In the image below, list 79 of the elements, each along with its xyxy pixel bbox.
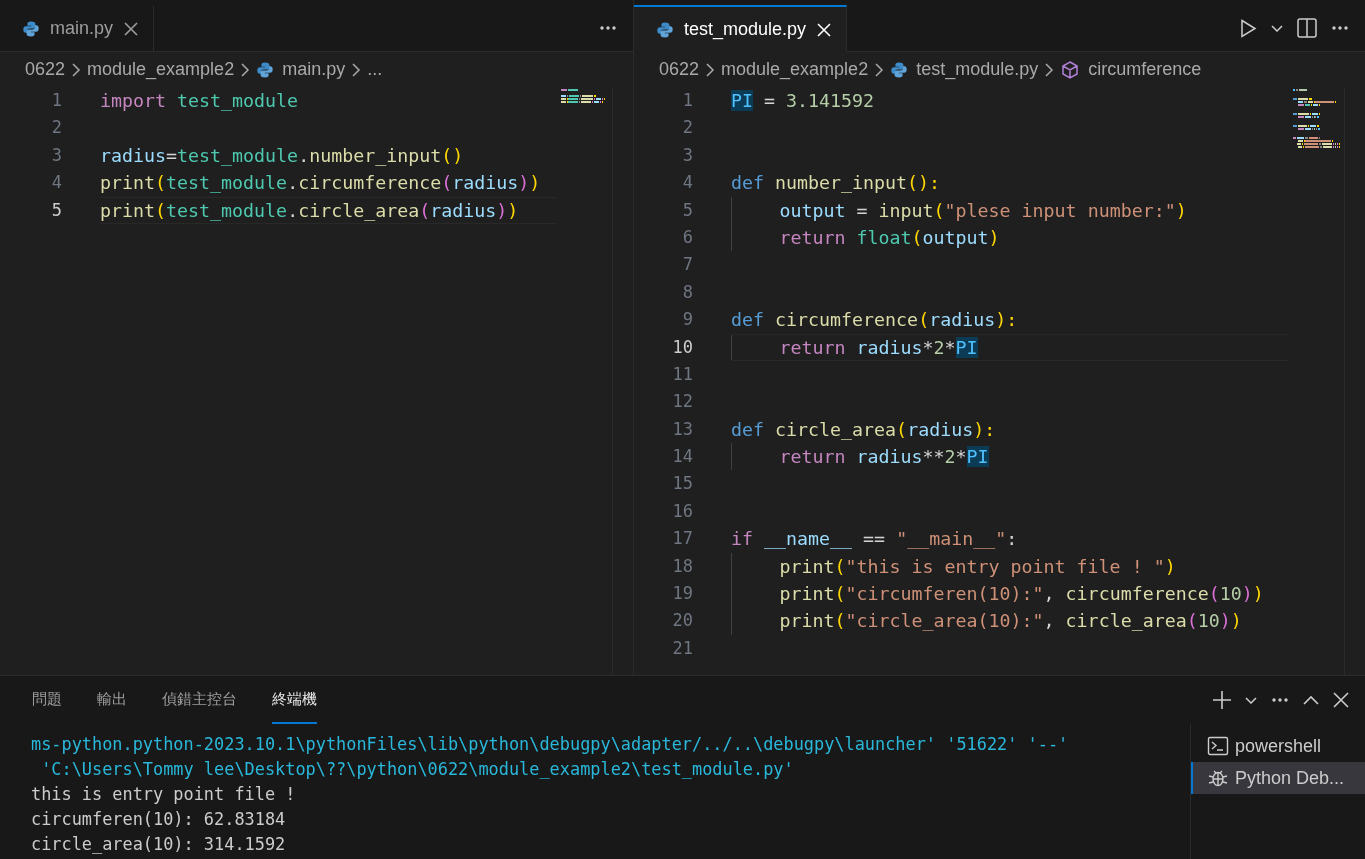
terminal-icon [1207,735,1229,757]
python-file-icon [22,19,40,38]
line-number: 8 [681,280,693,304]
chevron-down-icon[interactable] [1271,24,1283,32]
terminal-line: 'C:\Users\Tommy lee\Desktop\??\python\0622\module_example2\test_module.py' [40,758,795,781]
code-line: print(test_module.circumference(radius)) [100,171,542,196]
chevron-right-icon [1044,61,1055,78]
breadcrumb-item[interactable]: test_module.py [890,59,1039,80]
terminal-line: ms-python.python-2023.10.1\pythonFiles\lib\python\debugpy\adapter/../..\debugpy\launcher' '51622' '--' [31,733,1070,756]
cube-icon [1060,59,1081,80]
line-number: 2 [681,116,693,140]
chevron-right-icon [71,61,82,78]
line-number: 12 [671,390,693,414]
terminal-line: this is entry point file ! [31,783,297,806]
more-icon[interactable] [599,24,617,32]
panel-tab[interactable]: 終端機 [272,676,317,724]
line-number: 19 [671,582,693,606]
terminal-list-item[interactable]: Python Deb... [1191,762,1365,794]
chevron-right-icon [351,61,362,78]
close-icon[interactable] [123,20,140,37]
line-number: 1 [681,89,693,112]
line-number: 11 [671,362,693,386]
line-number: 2 [50,116,62,140]
panel-tab[interactable]: 輸出 [97,676,127,724]
code-line: import test_module [100,89,300,113]
python-file-icon [656,20,674,39]
code-line: def circle_area(radius): [731,417,997,442]
breadcrumb-item[interactable]: main.py [256,59,346,80]
line-number: 13 [671,417,693,441]
breadcrumb-item[interactable]: circumference [1060,59,1202,80]
line-number: 9 [681,308,693,332]
line-number: 21 [671,636,693,660]
line-number: 1 [50,89,62,112]
more-icon[interactable] [1271,696,1289,704]
line-number: 4 [681,171,693,195]
line-number: 14 [671,445,693,469]
line-number: 3 [50,143,62,167]
split-editor-icon[interactable] [1297,18,1317,38]
breadcrumb-item[interactable]: ... [367,59,383,80]
chevron-down-icon[interactable] [1245,696,1257,704]
python-file-icon [890,60,909,79]
terminal-line: circumferen(10): 62.83184 [31,808,287,831]
chevron-right-icon [874,61,885,78]
code-line: def circumference(radius): [731,308,1019,333]
code-line: if __name__ == "__main__": [731,527,1019,552]
code-line: def number_input(): [731,171,942,196]
code-line: radius=test_module.number_input() [100,143,465,168]
chevron-right-icon [705,61,716,78]
terminal-line: circle_area(10): 314.1592 [31,833,287,856]
panel-tab[interactable]: 問題 [32,676,62,724]
line-number: 4 [50,171,62,195]
line-number: 3 [681,143,693,167]
line-number: 20 [671,609,693,633]
line-number: 7 [681,253,693,277]
line-number: 17 [671,527,693,551]
line-number: 10 [671,335,693,359]
close-icon[interactable] [816,21,833,38]
plus-icon[interactable] [1213,691,1231,709]
editor-tab[interactable]: test_module.py [634,5,848,52]
more-icon[interactable] [1331,24,1349,32]
breadcrumb-item[interactable]: 0622 [659,59,700,80]
close-icon[interactable] [1333,692,1349,708]
line-number: 16 [671,499,693,523]
breadcrumb-item[interactable]: module_example2 [87,59,235,80]
line-number: 18 [671,554,693,578]
chevron-up-icon[interactable] [1303,695,1319,705]
line-number: 6 [681,225,693,249]
chevron-right-icon [240,61,251,78]
line-number: 5 [50,198,62,222]
panel-tab[interactable]: 偵錯主控台 [162,676,237,724]
code-line: PI = 3.141592 [731,89,876,113]
run-icon[interactable] [1240,18,1257,38]
code-line: print(test_module.circle_area(radius)) [100,196,557,224]
breadcrumb-item[interactable]: 0622 [25,59,66,80]
terminal-list-item[interactable]: powershell [1191,730,1365,762]
line-number: 5 [681,198,693,222]
breadcrumb-item[interactable]: module_example2 [721,59,869,80]
line-number: 15 [671,472,693,496]
python-file-icon [256,60,275,79]
